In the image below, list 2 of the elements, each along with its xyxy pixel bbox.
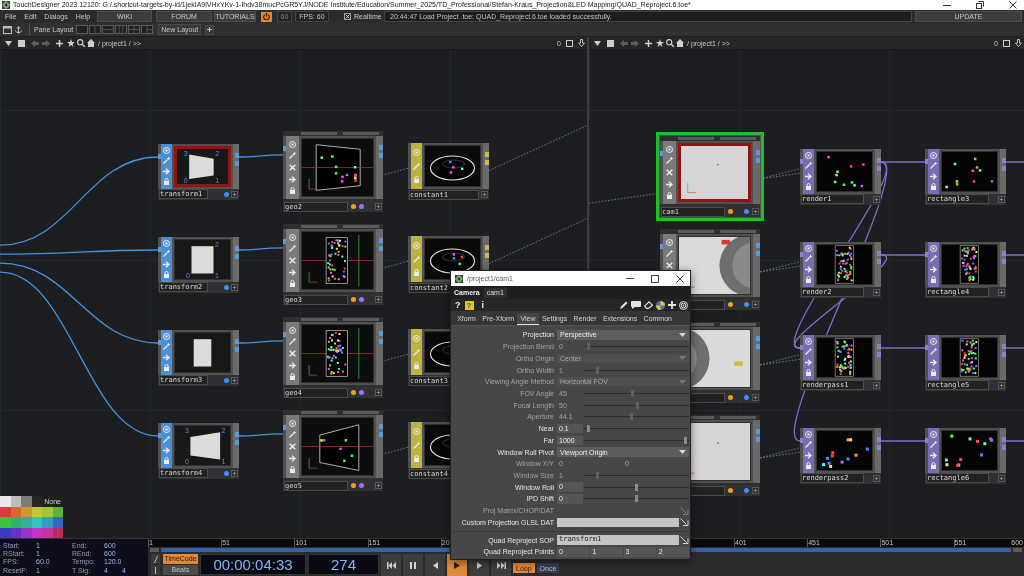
timecode-display: 00:00:04:33 [200,554,306,575]
frame-display: 274 [308,554,379,575]
